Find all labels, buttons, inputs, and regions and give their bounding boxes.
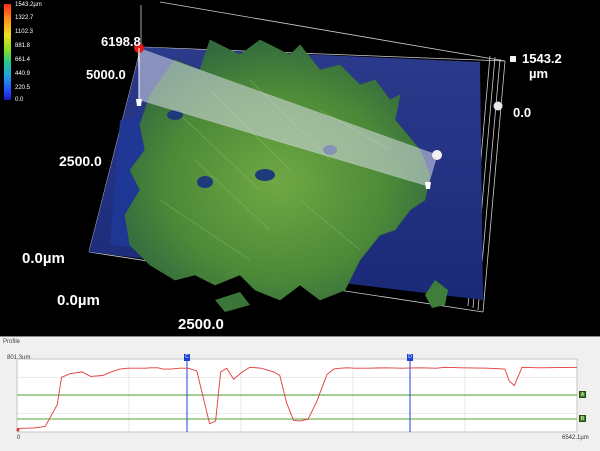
- profile-chart[interactable]: [0, 337, 600, 451]
- section-end-marker[interactable]: [432, 150, 442, 160]
- section-handle-left[interactable]: [136, 99, 142, 106]
- cursor-d-tag[interactable]: D: [407, 354, 413, 361]
- surface-island: [215, 292, 250, 312]
- color-scale-tick: 661.4: [15, 57, 31, 63]
- color-scale-tick: 881.8: [15, 43, 31, 49]
- color-scale-tick: 1543.2µm: [15, 2, 42, 8]
- x-axis-2500-label: 2500.0: [178, 316, 224, 333]
- y-axis-2500-label: 2500.0: [59, 153, 102, 169]
- color-scale-tick: 0.0: [15, 97, 24, 103]
- color-scale-tick: 440.9: [15, 71, 31, 77]
- color-scale: 1543.2µm 1322.7 1102.3 881.8 661.4 440.9…: [4, 2, 42, 103]
- reference-a-tag[interactable]: A: [579, 391, 586, 398]
- z-axis-max-marker[interactable]: [510, 56, 516, 62]
- x-axis-origin-label: 0.0µm: [57, 292, 100, 309]
- cursor-c-tag[interactable]: C: [184, 354, 190, 361]
- profile-panel: Profile 801.3µm 0 6542.1µm C D A B: [0, 336, 600, 451]
- y-axis-max-label: 6198.8: [101, 34, 141, 49]
- z-axis-max-label: 1543.2: [522, 51, 562, 66]
- y-axis-origin-label: 0.0µm: [22, 250, 65, 267]
- color-scale-bar: [4, 4, 11, 100]
- color-scale-tick: 1322.7: [15, 15, 34, 21]
- y-axis-5000-label: 5000.0: [86, 67, 126, 82]
- z-axis-min-label: 0.0: [513, 105, 532, 120]
- 3d-viewer[interactable]: 1543.2µm 1322.7 1102.3 881.8 661.4 440.9…: [0, 0, 600, 336]
- z-axis-unit-label: µm: [529, 66, 549, 81]
- color-scale-tick: 1102.3: [15, 29, 33, 35]
- trace-start-dot: [16, 428, 20, 432]
- z-axis-min-marker[interactable]: [493, 101, 503, 111]
- reference-b-tag[interactable]: B: [579, 415, 586, 422]
- color-scale-tick: 220.5: [15, 85, 31, 91]
- section-handle-right[interactable]: [425, 182, 431, 189]
